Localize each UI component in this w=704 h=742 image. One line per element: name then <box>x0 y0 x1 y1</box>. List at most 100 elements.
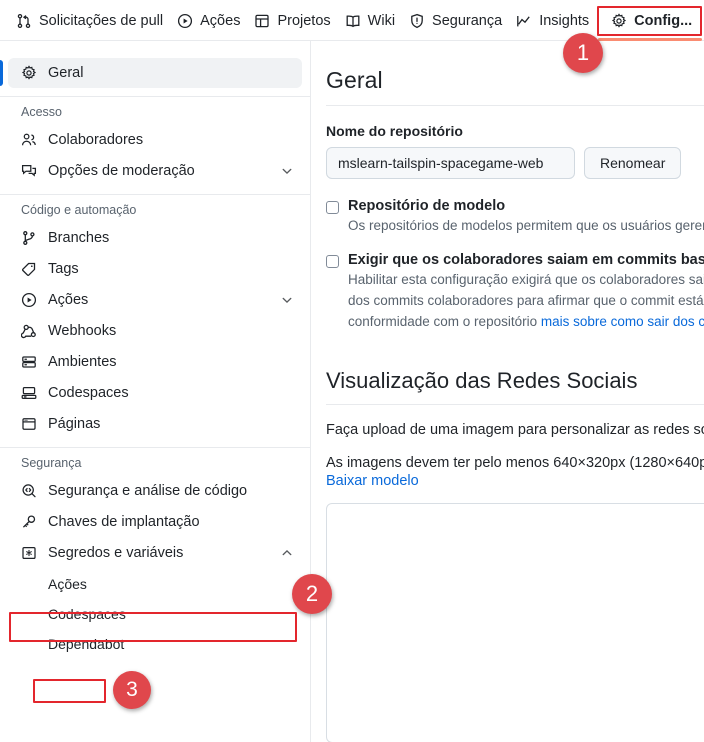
sidebar-item-colaboradores[interactable]: Colaboradores <box>8 125 302 155</box>
table-icon <box>254 13 270 29</box>
annotation-badge-3: 3 <box>113 671 151 709</box>
sidebar-item-label: Webhooks <box>48 323 117 339</box>
social-preview-upload-box[interactable] <box>326 503 704 742</box>
server-icon <box>21 354 37 370</box>
nav-tab-label: Ações <box>200 12 241 29</box>
play-circle-icon <box>21 292 37 308</box>
annotation-badge-number: 2 <box>305 581 319 606</box>
sidebar-subitem-label: Codespaces <box>48 606 126 622</box>
sidebar-item-paginas[interactable]: Páginas <box>8 409 302 439</box>
template-repository-description: Os repositórios de modelos permitem que … <box>348 218 704 233</box>
sidebar-item-label: Páginas <box>48 416 101 432</box>
signoff-learn-more-link[interactable]: mais sobre como sair dos commits. <box>541 314 704 329</box>
sidebar-subitem-label: Ações <box>48 576 87 592</box>
nav-tab-actions[interactable]: Ações <box>171 9 248 33</box>
annotation-badge-number: 1 <box>576 40 590 65</box>
sidebar-subitem-codespaces[interactable]: Codespaces <box>8 599 302 629</box>
sidebar-subitem-label: Dependabot <box>48 636 125 652</box>
sidebar-item-geral[interactable]: Geral <box>0 58 302 88</box>
sidebar-heading-acesso: Acesso <box>21 105 62 119</box>
nav-tab-insights[interactable]: Insights <box>510 9 597 33</box>
code-review-icon <box>21 483 37 499</box>
sidebar-item-seguranca-e-analise-de-codigo[interactable]: Segurança e análise de código <box>8 476 302 506</box>
annotation-badge-number: 3 <box>126 678 138 701</box>
nav-tab-label: Wiki <box>367 12 396 29</box>
sidebar-item-ambientes[interactable]: Ambientes <box>8 347 302 377</box>
sidebar-subitem-dependabot[interactable]: Dependabot <box>8 629 302 659</box>
nav-tab-label: Projetos <box>277 12 331 29</box>
sidebar-item-label: Branches <box>48 230 110 246</box>
nav-tab-projects[interactable]: Projetos <box>248 9 338 33</box>
nav-tab-pull-requests[interactable]: Solicitações de pull <box>10 9 171 33</box>
chevron-down-icon[interactable] <box>280 164 294 178</box>
sidebar-item-label: Segredos e variáveis <box>48 545 184 561</box>
screenshot-root: Solicitações de pull Ações Projetos Wiki… <box>0 0 704 742</box>
social-preview-paragraph-2: As imagens devem ter pelo menos 640×320p… <box>326 455 704 471</box>
annotation-badge-2: 2 <box>292 574 332 614</box>
repo-name-input[interactable] <box>326 147 575 179</box>
nav-tab-label: Solicitações de pull <box>39 12 164 29</box>
social-preview-title: Visualização das Redes Sociais <box>326 368 638 393</box>
sidebar-item-branches[interactable]: Branches <box>8 223 302 253</box>
nav-tab-label: Segurança <box>432 12 503 29</box>
settings-main-content: Geral Nome do repositório Renomear Repos… <box>311 41 704 742</box>
download-template-link[interactable]: Baixar modelo <box>326 473 419 489</box>
signoff-commits-description-line3: conformidade com o repositório mais sobr… <box>348 312 704 331</box>
sidebar-item-webhooks[interactable]: Webhooks <box>8 316 302 346</box>
sidebar-divider <box>0 194 310 195</box>
title-divider <box>326 105 704 106</box>
repository-nav-bar: Solicitações de pull Ações Projetos Wiki… <box>0 0 704 41</box>
social-title-divider <box>326 404 704 405</box>
rename-button[interactable]: Renomear <box>584 147 682 179</box>
book-icon <box>345 13 361 29</box>
sidebar-item-label: Geral <box>48 65 84 81</box>
sidebar-item-acoes[interactable]: Ações <box>8 285 302 315</box>
asterisk-box-icon <box>21 545 37 561</box>
chevron-up-icon[interactable] <box>280 546 294 560</box>
sidebar-item-label: Segurança e análise de código <box>48 483 248 499</box>
settings-sidebar: Geral Acesso Colaboradores Opções de mod… <box>0 41 310 742</box>
template-repository-checkbox[interactable] <box>326 201 339 214</box>
gear-icon <box>21 65 37 81</box>
sidebar-item-label: Opções de moderação <box>48 163 195 179</box>
shield-icon <box>409 13 425 29</box>
annotation-badge-1: 1 <box>563 33 603 73</box>
signoff-commits-option: Exigir que os colaboradores saiam em com… <box>326 252 704 331</box>
sidebar-item-codespaces[interactable]: Codespaces <box>8 378 302 408</box>
graph-icon <box>516 13 532 29</box>
sidebar-item-label: Colaboradores <box>48 132 144 148</box>
nav-tab-wiki[interactable]: Wiki <box>339 9 403 33</box>
sidebar-item-segredos-e-variaveis[interactable]: Segredos e variáveis <box>8 538 302 568</box>
nav-tab-label: Config... <box>634 12 693 29</box>
sidebar-item-chaves-de-implantacao[interactable]: Chaves de implantação <box>8 507 302 537</box>
repo-name-label: Nome do repositório <box>326 123 463 139</box>
signoff-commits-title: Exigir que os colaboradores saiam em com… <box>348 252 704 268</box>
sidebar-item-label: Chaves de implantação <box>48 514 200 530</box>
sidebar-item-tags[interactable]: Tags <box>8 254 302 284</box>
tag-icon <box>21 261 37 277</box>
template-repository-title: Repositório de modelo <box>348 198 506 214</box>
signoff-desc-text: conformidade com o repositório <box>348 314 541 329</box>
sidebar-item-opcoes-de-moderacao[interactable]: Opções de moderação <box>8 156 302 186</box>
signoff-commits-description-line2: dos commits colaboradores para afirmar q… <box>348 293 704 308</box>
chevron-down-icon[interactable] <box>280 293 294 307</box>
signoff-commits-description-line1: Habilitar esta configuração exigirá que … <box>348 272 704 287</box>
signoff-commits-checkbox[interactable] <box>326 255 339 268</box>
sidebar-subitem-acoes[interactable]: Ações <box>8 569 302 599</box>
nav-tab-security[interactable]: Segurança <box>403 9 510 33</box>
people-icon <box>21 132 37 148</box>
repo-name-row: Renomear <box>326 147 704 179</box>
page-title: Geral <box>326 67 383 93</box>
git-pull-request-icon <box>16 13 32 29</box>
gear-icon <box>611 12 627 29</box>
nav-tab-settings[interactable]: Config... <box>605 9 700 33</box>
sidebar-heading-seguranca: Segurança <box>21 456 82 470</box>
browser-icon <box>21 416 37 432</box>
codespaces-icon <box>21 385 37 401</box>
comment-discussion-icon <box>21 163 37 179</box>
key-icon <box>21 514 37 530</box>
social-preview-paragraph-1: Faça upload de uma imagem para personali… <box>326 422 704 438</box>
template-repository-option: Repositório de modelo Os repositórios de… <box>326 198 704 235</box>
sidebar-divider <box>0 447 310 448</box>
sidebar-item-label: Ações <box>48 292 89 308</box>
